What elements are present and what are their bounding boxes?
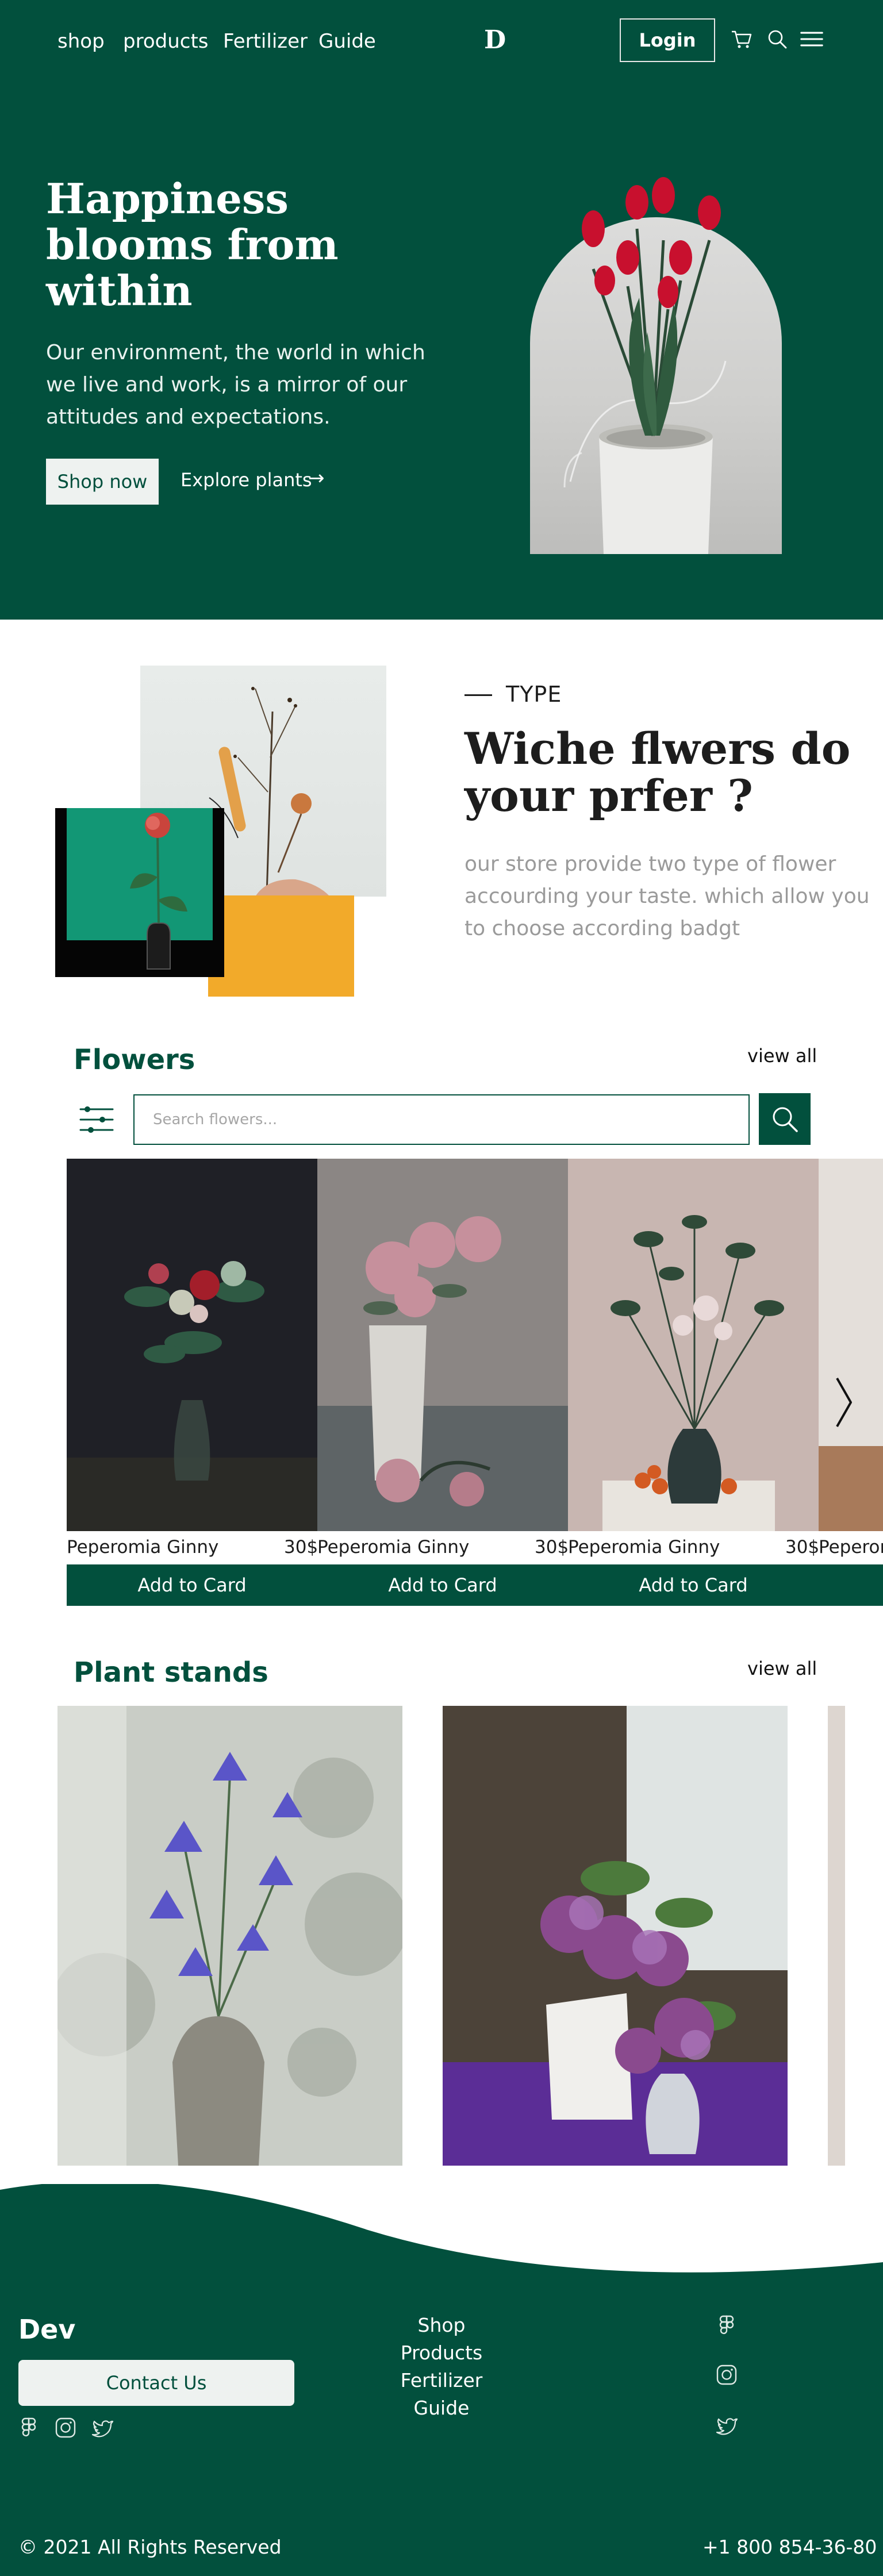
product-image[interactable]: [317, 1159, 568, 1531]
hero-tulip-image: [530, 177, 782, 554]
rose-vase-image: [55, 808, 224, 977]
hero-title: Happiness blooms from within: [46, 174, 339, 315]
login-button[interactable]: Login: [620, 18, 715, 62]
product-image[interactable]: [67, 1159, 317, 1531]
menu-icon[interactable]: [800, 28, 823, 51]
type-divider: [464, 694, 492, 696]
footer-link-fertilizer[interactable]: Fertilizer: [367, 2369, 516, 2392]
copyright-text: © 2021 All Rights Reserved: [18, 2536, 282, 2558]
product-price: 30$: [284, 1537, 318, 1558]
product-price: 30$: [535, 1537, 569, 1558]
search-button[interactable]: [759, 1093, 811, 1145]
add-to-card-button[interactable]: Add to Card: [67, 1564, 317, 1606]
product-image[interactable]: [819, 1159, 883, 1531]
nav-link-products[interactable]: products: [123, 30, 208, 53]
product-name[interactable]: Peperomia Ginny: [819, 1537, 883, 1558]
plant-stands-view-all-link[interactable]: view all: [747, 1658, 817, 1679]
type-description: our store provide two type of flower acc…: [464, 852, 870, 940]
phone-number[interactable]: +1 800 854-36-80: [702, 2536, 877, 2558]
brand-logo[interactable]: D: [484, 25, 506, 55]
product-name[interactable]: Peperomia Ginny: [317, 1537, 469, 1558]
plant-stand-image[interactable]: [828, 1706, 845, 2166]
footer-brand[interactable]: Dev: [18, 2314, 75, 2345]
footer-link-guide[interactable]: Guide: [367, 2397, 516, 2419]
hero-section: shop products Fertilizer Guide D Login H…: [0, 0, 883, 620]
hero-description: Our environment, the world in which we l…: [46, 341, 425, 429]
nav-link-shop[interactable]: shop: [57, 30, 105, 53]
twitter-icon[interactable]: [715, 2414, 738, 2437]
search-icon: [773, 1107, 798, 1132]
add-to-card-button[interactable]: [819, 1564, 883, 1606]
nav-link-guide[interactable]: Guide: [318, 30, 376, 53]
add-to-card-button[interactable]: Add to Card: [568, 1564, 819, 1606]
search-icon[interactable]: [766, 28, 789, 51]
explore-plants-link[interactable]: Explore plants: [181, 469, 312, 491]
cart-icon[interactable]: [730, 28, 753, 51]
instagram-icon[interactable]: [715, 2363, 738, 2386]
search-flowers-input[interactable]: [133, 1094, 750, 1145]
product-card[interactable]: Peperomia Ginny: [819, 1159, 883, 1561]
twitter-icon[interactable]: [91, 2416, 114, 2439]
flowers-title: Flowers: [74, 1044, 195, 1076]
plant-stands-title: Plant stands: [74, 1656, 268, 1689]
filter-icon[interactable]: [79, 1102, 114, 1137]
product-name[interactable]: Peperomia Ginny: [568, 1537, 720, 1558]
product-image[interactable]: [568, 1159, 819, 1531]
figma-icon[interactable]: [715, 2314, 738, 2337]
contact-us-button[interactable]: Contact Us: [18, 2360, 294, 2406]
flowers-view-all-link[interactable]: view all: [747, 1045, 817, 1067]
figma-icon[interactable]: [17, 2416, 40, 2439]
shop-now-button[interactable]: Shop now: [46, 459, 159, 505]
type-title: Wiche flwers do your prfer ?: [464, 723, 851, 821]
footer-link-products[interactable]: Products: [367, 2342, 516, 2364]
nav-link-fertilizer[interactable]: Fertilizer: [223, 30, 308, 53]
product-name[interactable]: Peperomia Ginny: [67, 1537, 218, 1558]
add-to-card-button[interactable]: Add to Card: [317, 1564, 568, 1606]
product-price: 30$: [785, 1537, 820, 1558]
footer-link-shop[interactable]: Shop: [367, 2314, 516, 2336]
yellow-color-block: [208, 895, 354, 997]
plant-stand-image[interactable]: [57, 1706, 402, 2166]
type-label: TYPE: [506, 682, 562, 707]
arrow-right-icon[interactable]: →: [308, 467, 325, 490]
chevron-right-icon[interactable]: [832, 1374, 855, 1431]
top-nav: shop products Fertilizer Guide D Login: [0, 0, 883, 80]
plant-stand-image[interactable]: [443, 1706, 788, 2166]
instagram-icon[interactable]: [54, 2416, 77, 2439]
